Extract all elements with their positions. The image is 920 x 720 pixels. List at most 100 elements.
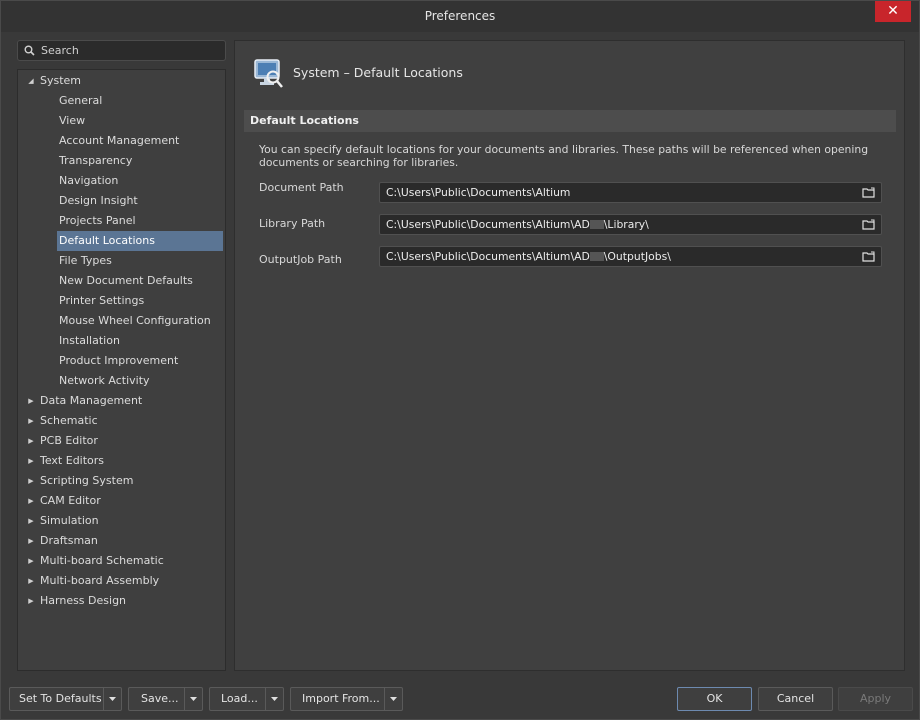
tree-item-label: System: [40, 74, 82, 87]
collapsed-arrow-icon[interactable]: ▶: [27, 511, 35, 531]
outputjob-path-value-start: C:\Users\Public\Documents\Altium\AD: [386, 250, 590, 263]
tree-item-design-insight[interactable]: Design Insight: [18, 191, 225, 211]
page-title: System – Default Locations: [293, 65, 463, 80]
cancel-button[interactable]: Cancel: [758, 687, 833, 711]
tree-item-label: Harness Design: [40, 594, 127, 607]
tree-item-network-activity[interactable]: Network Activity: [18, 371, 225, 391]
tree-item-label: PCB Editor: [40, 434, 98, 447]
dropdown-arrow-icon[interactable]: [384, 688, 402, 710]
tree-item-label: Projects Panel: [59, 214, 136, 227]
tree-item-label: Draftsman: [40, 534, 98, 547]
collapsed-arrow-icon[interactable]: ▶: [27, 471, 35, 491]
redaction-mark: [589, 252, 604, 261]
tree-item-label: Text Editors: [40, 454, 105, 467]
tree-item-label: View: [59, 114, 86, 127]
tree-item-default-locations[interactable]: Default Locations: [57, 231, 223, 251]
collapsed-arrow-icon[interactable]: ▶: [27, 531, 35, 551]
collapsed-arrow-icon[interactable]: ▶: [27, 451, 35, 471]
tree-item-label: Schematic: [40, 414, 98, 427]
tree-item-label: Product Improvement: [59, 354, 179, 367]
document-path-field[interactable]: C:\Users\Public\Documents\Altium: [379, 182, 882, 203]
dropdown-arrow-icon[interactable]: [184, 688, 202, 710]
tree-item-printer-settings[interactable]: Printer Settings: [18, 291, 225, 311]
tree-item-label: Transparency: [59, 154, 133, 167]
tree-item-mouse-wheel-configuration[interactable]: Mouse Wheel Configuration: [18, 311, 225, 331]
import-from-button[interactable]: Import From...: [290, 687, 403, 711]
tree-item-new-document-defaults[interactable]: New Document Defaults: [18, 271, 225, 291]
tree-item-label: Design Insight: [59, 194, 138, 207]
preferences-tree: ◢ System General View Account Management Tran…: [17, 69, 226, 671]
close-button[interactable]: ✕: [875, 1, 911, 22]
import-from-label: Import From...: [302, 692, 380, 705]
apply-button[interactable]: Apply: [838, 687, 913, 711]
tree-item-general[interactable]: General: [18, 91, 225, 111]
outputjob-path-field[interactable]: C:\Users\Public\Documents\Altium\AD \Outp…: [379, 246, 882, 267]
ok-button[interactable]: OK: [677, 687, 752, 711]
tree-item-label: Multi-board Schematic: [40, 554, 164, 567]
tree-item-multi-board-assembly[interactable]: ▶ Multi-board Assembly: [18, 571, 225, 591]
tree-item-view[interactable]: View: [18, 111, 225, 131]
collapsed-arrow-icon[interactable]: ▶: [27, 591, 35, 611]
tree-item-scripting-system[interactable]: ▶ Scripting System: [18, 471, 225, 491]
tree-item-label: Navigation: [59, 174, 119, 187]
dropdown-arrow-icon[interactable]: [103, 688, 121, 710]
tree-item-file-types[interactable]: File Types: [18, 251, 225, 271]
collapsed-arrow-icon[interactable]: ▶: [27, 411, 35, 431]
set-to-defaults-button[interactable]: Set To Defaults: [9, 687, 122, 711]
open-folder-icon[interactable]: [862, 251, 876, 262]
tree-item-label: Data Management: [40, 394, 143, 407]
collapsed-arrow-icon[interactable]: ▶: [27, 491, 35, 511]
tree-item-label: Network Activity: [59, 374, 150, 387]
tree-item-text-editors[interactable]: ▶ Text Editors: [18, 451, 225, 471]
load-button[interactable]: Load...: [209, 687, 284, 711]
tree-item-schematic[interactable]: ▶ Schematic: [18, 411, 225, 431]
title-bar: Preferences ✕: [1, 1, 919, 32]
document-path-value: C:\Users\Public\Documents\Altium: [386, 186, 571, 199]
open-folder-icon[interactable]: [862, 219, 876, 230]
tree-item-account-management[interactable]: Account Management: [18, 131, 225, 151]
tree-item-label: CAM Editor: [40, 494, 101, 507]
tree-item-multi-board-schematic[interactable]: ▶ Multi-board Schematic: [18, 551, 225, 571]
tree-item-simulation[interactable]: ▶ Simulation: [18, 511, 225, 531]
outputjob-path-label: OutputJob Path: [259, 253, 342, 266]
save-button[interactable]: Save...: [128, 687, 203, 711]
system-monitor-icon: [254, 59, 283, 88]
tree-item-transparency[interactable]: Transparency: [18, 151, 225, 171]
tree-item-harness-design[interactable]: ▶ Harness Design: [18, 591, 225, 611]
library-path-value-end: \Library\: [603, 218, 649, 231]
preferences-dialog: Preferences ✕ Search ◢ System General View A…: [0, 0, 920, 720]
tree-item-system[interactable]: ◢ System: [18, 71, 225, 91]
search-placeholder: Search: [41, 44, 79, 57]
tree-item-draftsman[interactable]: ▶ Draftsman: [18, 531, 225, 551]
tree-item-installation[interactable]: Installation: [18, 331, 225, 351]
library-path-field[interactable]: C:\Users\Public\Documents\Altium\AD \Libr…: [379, 214, 882, 235]
tree-item-label: Account Management: [59, 134, 180, 147]
save-label: Save...: [141, 692, 179, 705]
tree-item-projects-panel[interactable]: Projects Panel: [18, 211, 225, 231]
tree-item-label: General: [59, 94, 103, 107]
search-input[interactable]: Search: [17, 40, 226, 61]
tree-item-cam-editor[interactable]: ▶ CAM Editor: [18, 491, 225, 511]
redaction-mark: [589, 220, 604, 229]
tree-item-navigation[interactable]: Navigation: [18, 171, 225, 191]
tree-item-data-management[interactable]: ▶ Data Management: [18, 391, 225, 411]
tree-item-label: File Types: [59, 254, 112, 267]
tree-item-label: Printer Settings: [59, 294, 145, 307]
tree-item-label: Simulation: [40, 514, 99, 527]
collapsed-arrow-icon[interactable]: ▶: [27, 431, 35, 451]
expanded-arrow-icon[interactable]: ◢: [27, 71, 35, 91]
outputjob-path-value-end: \OutputJobs\: [603, 250, 671, 263]
tree-item-label: Default Locations: [59, 234, 155, 247]
load-label: Load...: [221, 692, 258, 705]
dropdown-arrow-icon[interactable]: [265, 688, 283, 710]
collapsed-arrow-icon[interactable]: ▶: [27, 571, 35, 591]
tree-item-product-improvement[interactable]: Product Improvement: [18, 351, 225, 371]
window-title: Preferences: [424, 9, 496, 23]
library-path-label: Library Path: [259, 217, 326, 230]
collapsed-arrow-icon[interactable]: ▶: [27, 551, 35, 571]
tree-item-label: Installation: [59, 334, 120, 347]
tree-item-pcb-editor[interactable]: ▶ PCB Editor: [18, 431, 225, 451]
collapsed-arrow-icon[interactable]: ▶: [27, 391, 35, 411]
library-path-value-start: C:\Users\Public\Documents\Altium\AD: [386, 218, 590, 231]
open-folder-icon[interactable]: [862, 187, 876, 198]
